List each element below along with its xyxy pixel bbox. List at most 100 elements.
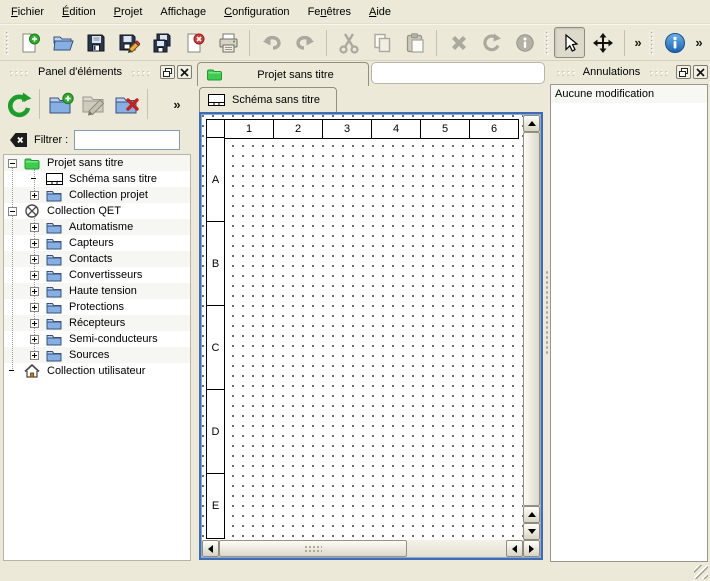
elements-panel-titlebar[interactable]: Panel d'éléments [2, 62, 192, 82]
rotate-button[interactable] [476, 27, 507, 58]
schema-tab-label: Schéma sans titre [232, 94, 320, 106]
column-label: 4 [371, 119, 421, 139]
splitter-handle[interactable] [545, 270, 549, 355]
undo-button[interactable] [256, 27, 287, 58]
qelectrotech-window: { "menu": { "items": [ { "pre": "", "key… [0, 0, 710, 581]
tree-item-collection-projet[interactable]: Collection projet [4, 187, 190, 203]
expand-expander[interactable] [30, 351, 39, 360]
menu-configuration[interactable]: Configuration [215, 2, 298, 22]
close-document-button[interactable] [179, 27, 210, 58]
expand-expander[interactable] [30, 255, 39, 264]
menu-projet[interactable]: Projet [105, 2, 152, 22]
dock-drag-handle[interactable] [130, 69, 152, 76]
tree-item-convertisseurs[interactable]: Convertisseurs [4, 267, 190, 283]
column-label: 1 [224, 119, 274, 139]
delete-button[interactable] [443, 27, 474, 58]
float-icon [679, 68, 688, 77]
toolbar-separator [147, 89, 148, 119]
tree-item-projet-sans-titre[interactable]: Projet sans titre [4, 155, 190, 171]
copy-button[interactable] [366, 27, 397, 58]
expand-expander[interactable] [30, 335, 39, 344]
menu-aide[interactable]: Aide [360, 2, 400, 22]
save-as-button[interactable] [113, 27, 144, 58]
open-project-button[interactable] [47, 27, 78, 58]
scroll-down-button[interactable] [523, 523, 540, 540]
edit-category-button[interactable] [77, 87, 110, 121]
scroll-up-button[interactable] [523, 115, 540, 132]
reload-collections-button[interactable] [2, 87, 35, 121]
tree-item-collection-utilisateur[interactable]: Collection utilisateur [4, 363, 190, 379]
print-button[interactable] [212, 27, 243, 58]
tree-item-protections[interactable]: Protections [4, 299, 190, 315]
dock-drag-handle[interactable] [8, 69, 30, 76]
dock-close-button[interactable] [177, 65, 192, 79]
select-mode-button[interactable] [554, 27, 585, 58]
menu-fichier[interactable]: Fichier [2, 2, 53, 22]
redo-icon [294, 32, 316, 54]
expand-expander[interactable] [30, 319, 39, 328]
expand-expander[interactable] [30, 223, 39, 232]
schema-view[interactable]: 1 2 3 4 5 6 A B C D E [199, 112, 543, 560]
move-mode-button[interactable] [587, 27, 618, 58]
scroll-left-button[interactable] [506, 540, 523, 557]
toolbar-drag-handle[interactable] [649, 30, 655, 56]
scroll-up-button[interactable] [523, 506, 540, 523]
redo-button[interactable] [289, 27, 320, 58]
vertical-scrollbar[interactable] [523, 115, 540, 540]
paste-button[interactable] [399, 27, 430, 58]
dock-float-button[interactable] [160, 65, 175, 79]
delete-category-button[interactable] [110, 87, 143, 121]
cut-button[interactable] [333, 27, 364, 58]
dock-drag-handle[interactable] [648, 69, 668, 76]
scroll-left-button[interactable] [202, 540, 219, 557]
scroll-right-button[interactable] [523, 540, 540, 557]
tree-item-contacts[interactable]: Contacts [4, 251, 190, 267]
project-folder-icon [23, 156, 41, 170]
dock-drag-handle[interactable] [555, 69, 575, 76]
expand-expander[interactable] [30, 287, 39, 296]
filter-input[interactable] [74, 130, 180, 150]
expand-expander[interactable] [30, 191, 39, 200]
tree-item-capteurs[interactable]: Capteurs [4, 235, 190, 251]
toolbar-drag-handle[interactable] [4, 30, 10, 56]
tree-item-haute-tension[interactable]: Haute tension [4, 283, 190, 299]
schema-canvas[interactable]: 1 2 3 4 5 6 A B C D E [202, 115, 523, 542]
clear-filter-icon[interactable] [9, 132, 28, 148]
tree-item-schema-sans-titre[interactable]: Schéma sans titre [4, 171, 190, 187]
overflow-chevron-icon[interactable] [631, 30, 645, 56]
expand-expander[interactable] [30, 303, 39, 312]
save-button[interactable] [80, 27, 111, 58]
expand-expander[interactable] [30, 239, 39, 248]
tree-item-semi-conducteurs[interactable]: Semi-conducteurs [4, 331, 190, 347]
collapse-expander[interactable] [8, 159, 17, 168]
horizontal-scroll-thumb[interactable] [219, 540, 407, 557]
tab-projet-sans-titre[interactable]: Projet sans titre [197, 62, 369, 86]
horizontal-scrollbar[interactable] [202, 540, 540, 557]
undo-panel-titlebar[interactable]: Annulations [549, 62, 708, 82]
overflow-chevron-icon[interactable] [170, 91, 184, 117]
undo-list-item[interactable]: Aucune modification [551, 85, 707, 103]
tree-item-collection-qet[interactable]: Collection QET [4, 203, 190, 219]
menu-fenetres[interactable]: Fenêtres [299, 2, 360, 22]
new-document-button[interactable] [14, 27, 45, 58]
tab-schema-sans-titre[interactable]: Schéma sans titre [199, 87, 337, 112]
save-all-button[interactable] [146, 27, 177, 58]
tree-item-recepteurs[interactable]: Récepteurs [4, 315, 190, 331]
dock-close-button[interactable] [693, 65, 708, 79]
overflow-chevron-icon[interactable] [692, 30, 706, 56]
menu-affichage[interactable]: Affichage [151, 2, 215, 22]
dock-float-button[interactable] [676, 65, 691, 79]
new-category-button[interactable] [44, 87, 77, 121]
resize-grip[interactable] [694, 565, 708, 579]
tree-item-sources[interactable]: Sources [4, 347, 190, 363]
collapse-expander[interactable] [8, 207, 17, 216]
about-info-button[interactable] [659, 27, 690, 58]
toolbar-drag-handle[interactable] [544, 30, 550, 56]
expand-expander[interactable] [30, 271, 39, 280]
cut-icon [338, 32, 360, 54]
object-info-button[interactable] [509, 27, 540, 58]
vertical-scroll-thumb[interactable] [523, 132, 540, 506]
menu-edition[interactable]: Édition [53, 2, 105, 22]
tree-item-automatisme[interactable]: Automatisme [4, 219, 190, 235]
scroll-track[interactable] [407, 540, 506, 557]
